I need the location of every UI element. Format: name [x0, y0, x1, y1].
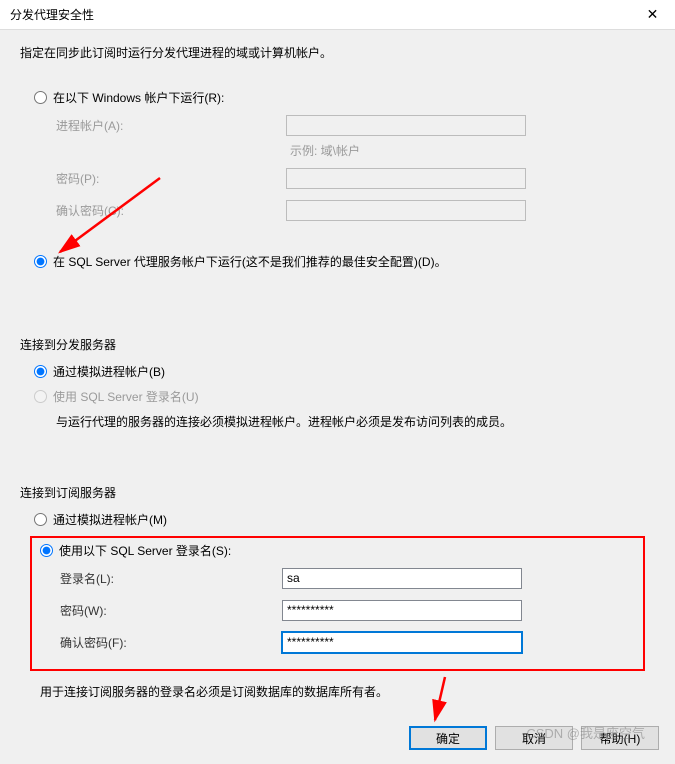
- dialog-content: 指定在同步此订阅时运行分发代理进程的域或计算机帐户。 在以下 Windows 帐…: [0, 30, 675, 700]
- sub-sqllogin-radio-row[interactable]: 使用以下 SQL Server 登录名(S):: [40, 542, 639, 559]
- sub-password-input[interactable]: [282, 600, 522, 621]
- sub-sqllogin-label: 使用以下 SQL Server 登录名(S):: [59, 542, 231, 559]
- dist-impersonate-radio[interactable]: [34, 365, 47, 378]
- help-button[interactable]: 帮助(H): [581, 726, 659, 750]
- distributor-title: 连接到分发服务器: [20, 336, 655, 353]
- instruction-text: 指定在同步此订阅时运行分发代理进程的域或计算机帐户。: [20, 44, 655, 61]
- process-account-row: 进程帐户(A):: [56, 114, 655, 136]
- distributor-section: 通过模拟进程帐户(B) 使用 SQL Server 登录名(U) 与运行代理的服…: [20, 363, 655, 430]
- subscriber-title: 连接到订阅服务器: [20, 484, 655, 501]
- runas-confirm-label: 确认密码(C):: [56, 202, 286, 219]
- run-as-windows-label: 在以下 Windows 帐户下运行(R):: [53, 89, 224, 106]
- sub-password-row: 密码(W):: [60, 599, 639, 621]
- sub-confirm-row: 确认密码(F):: [60, 631, 639, 653]
- run-as-sqlagent-label: 在 SQL Server 代理服务帐户下运行(这不是我们推荐的最佳安全配置)(D…: [53, 253, 447, 270]
- runas-confirm-input: [286, 200, 526, 221]
- process-account-input: [286, 115, 526, 136]
- subscriber-info: 用于连接订阅服务器的登录名必须是订阅数据库的数据库所有者。: [40, 683, 655, 700]
- sub-confirm-label: 确认密码(F):: [60, 634, 282, 651]
- dist-sqllogin-radio: [34, 390, 47, 403]
- sub-login-row: 登录名(L):: [60, 567, 639, 589]
- runas-password-input: [286, 168, 526, 189]
- dist-impersonate-label: 通过模拟进程帐户(B): [53, 363, 165, 380]
- sub-password-label: 密码(W):: [60, 602, 282, 619]
- dist-sqllogin-label: 使用 SQL Server 登录名(U): [53, 388, 199, 405]
- sub-login-label: 登录名(L):: [60, 570, 282, 587]
- dist-sqllogin-radio-row: 使用 SQL Server 登录名(U): [34, 388, 655, 405]
- runas-password-row: 密码(P):: [56, 167, 655, 189]
- runas-password-label: 密码(P):: [56, 170, 286, 187]
- dist-impersonate-radio-row[interactable]: 通过模拟进程帐户(B): [34, 363, 655, 380]
- highlighted-area: 使用以下 SQL Server 登录名(S): 登录名(L): 密码(W): 确…: [30, 536, 645, 671]
- button-bar: 确定 取消 帮助(H): [409, 726, 659, 750]
- close-icon: ✕: [647, 6, 659, 23]
- run-as-sqlagent-radio-row[interactable]: 在 SQL Server 代理服务帐户下运行(这不是我们推荐的最佳安全配置)(D…: [34, 253, 655, 270]
- sub-sqllogin-radio[interactable]: [40, 544, 53, 557]
- sub-impersonate-radio[interactable]: [34, 513, 47, 526]
- sub-confirm-input[interactable]: [282, 632, 522, 653]
- run-as-sqlagent-radio[interactable]: [34, 255, 47, 268]
- process-account-label: 进程帐户(A):: [56, 117, 286, 134]
- ok-button[interactable]: 确定: [409, 726, 487, 750]
- runas-confirm-row: 确认密码(C):: [56, 199, 655, 221]
- run-as-section: 在以下 Windows 帐户下运行(R): 进程帐户(A): 示例: 域\帐户 …: [20, 89, 655, 270]
- subscriber-section: 通过模拟进程帐户(M) 使用以下 SQL Server 登录名(S): 登录名(…: [20, 511, 655, 700]
- cancel-button[interactable]: 取消: [495, 726, 573, 750]
- sub-impersonate-label: 通过模拟进程帐户(M): [53, 511, 167, 528]
- titlebar: 分发代理安全性 ✕: [0, 0, 675, 30]
- run-as-windows-radio-row[interactable]: 在以下 Windows 帐户下运行(R):: [34, 89, 655, 106]
- sub-impersonate-radio-row[interactable]: 通过模拟进程帐户(M): [34, 511, 655, 528]
- sub-login-input[interactable]: [282, 568, 522, 589]
- process-account-hint: 示例: 域\帐户: [290, 142, 655, 159]
- close-button[interactable]: ✕: [630, 0, 675, 30]
- distributor-info: 与运行代理的服务器的连接必须模拟进程帐户。进程帐户必须是发布访问列表的成员。: [56, 413, 655, 430]
- window-title: 分发代理安全性: [10, 6, 94, 23]
- run-as-windows-radio[interactable]: [34, 91, 47, 104]
